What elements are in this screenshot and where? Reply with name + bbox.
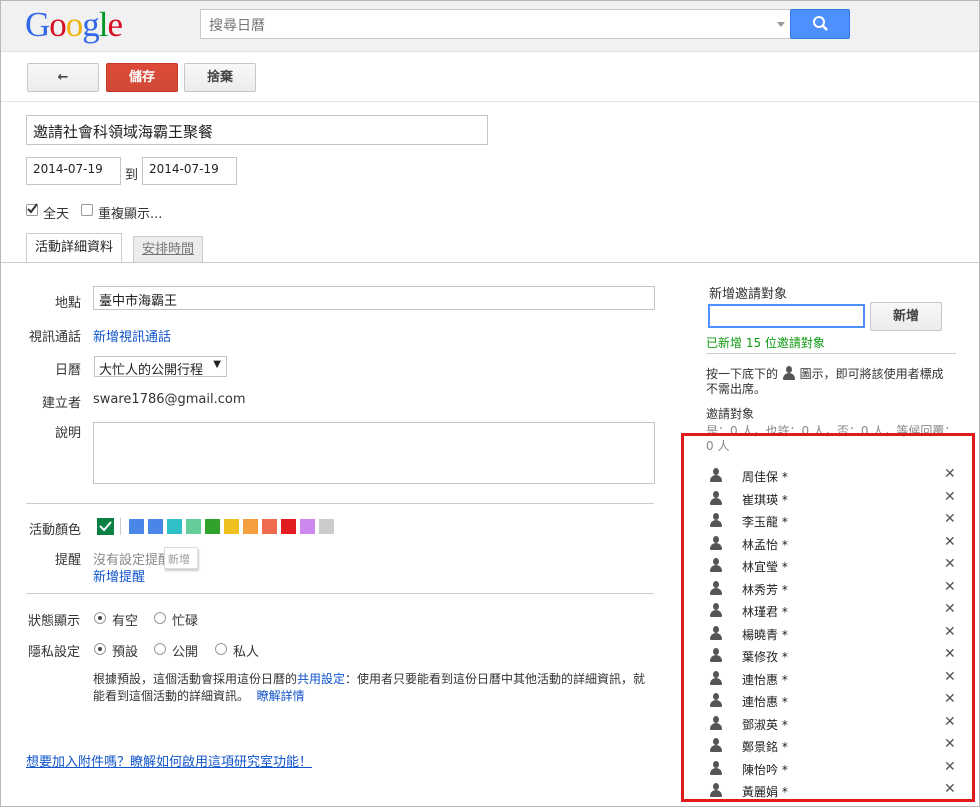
color-swatch[interactable] xyxy=(148,519,163,534)
privacy-private-radio[interactable] xyxy=(215,643,227,655)
calendar-select-value: 大忙人的公開行程 xyxy=(99,363,204,378)
creator-label: 建立者 xyxy=(41,396,81,411)
show-as-label: 狀態顯示 xyxy=(28,614,81,629)
to-label: 到 xyxy=(125,168,139,183)
calendar-label: 日曆 xyxy=(54,363,81,378)
back-arrow-icon: ← xyxy=(57,70,69,85)
back-button[interactable]: ← xyxy=(27,63,99,92)
color-swatch[interactable] xyxy=(129,519,144,534)
discard-button[interactable]: 捨棄 xyxy=(184,63,256,92)
tab-find-time[interactable]: 安排時間 xyxy=(133,236,204,263)
allday-label: 全天 xyxy=(43,207,70,222)
color-swatch[interactable] xyxy=(300,519,315,534)
color-swatch-selected[interactable] xyxy=(97,518,114,535)
add-reminder-link[interactable]: 新增提醒 xyxy=(93,566,145,585)
tab-event-details[interactable]: 活動詳細資料 xyxy=(26,233,123,263)
logo-letter: o xyxy=(49,5,66,44)
start-date-input[interactable]: 2014-07-19 xyxy=(26,157,121,185)
add-guests-title: 新增邀請對象 xyxy=(709,287,788,302)
section-divider xyxy=(26,503,654,504)
show-as-available-radio[interactable] xyxy=(94,612,106,624)
reminder-tooltip: 新增 xyxy=(164,547,198,569)
privacy-public-radio[interactable] xyxy=(154,643,166,655)
guests-divider xyxy=(706,353,956,354)
add-video-call-link[interactable]: 新增視訊通話 xyxy=(93,326,171,345)
add-guest-button[interactable]: 新增 xyxy=(870,302,942,331)
show-as-busy-label: 忙碌 xyxy=(172,614,199,629)
privacy-label: 隱私設定 xyxy=(28,645,81,660)
logo-letter: e xyxy=(107,5,124,44)
show-as-available-label: 有空 xyxy=(112,614,139,629)
highlight-annotation-box xyxy=(681,433,975,802)
color-separator xyxy=(120,518,121,535)
show-as-busy-radio[interactable] xyxy=(154,612,166,624)
color-swatch[interactable] xyxy=(262,519,277,534)
search-icon xyxy=(813,16,828,31)
calendar-select[interactable]: 大忙人的公開行程 ▼ xyxy=(94,356,227,378)
dropdown-arrow-icon: ▼ xyxy=(213,359,221,370)
color-swatch[interactable] xyxy=(243,519,258,534)
color-swatch[interactable] xyxy=(167,519,182,534)
google-logo[interactable]: Google xyxy=(25,5,124,45)
end-date-input[interactable]: 2014-07-19 xyxy=(142,157,237,185)
description-label: 說明 xyxy=(54,426,81,441)
sharing-settings-link[interactable]: 共用設定 xyxy=(297,672,345,686)
guests-list-title: 邀請對象 xyxy=(706,407,755,421)
privacy-note: 根據預設，這個活動會採用這份日曆的共用設定：使用者只要能看到這份日曆中其他活動的… xyxy=(93,671,655,705)
person-icon xyxy=(782,366,796,380)
privacy-note-text-3: 能看到這個活動的詳細資訊。 xyxy=(93,689,250,703)
allday-checkbox[interactable] xyxy=(26,203,38,216)
guests-hint-text-3: 不需出席。 xyxy=(706,382,767,396)
where-label: 地點 xyxy=(54,296,81,311)
search-input[interactable]: 搜尋日曆 xyxy=(200,9,791,39)
attachments-lab-link[interactable]: 想要加入附件嗎？瞭解如何啟用這項研究室功能！ xyxy=(26,751,312,770)
toolbar: ← 儲存 捨棄 xyxy=(1,52,979,102)
chevron-down-icon[interactable] xyxy=(777,22,785,27)
event-title-input[interactable]: 邀請社會科領域海霸王聚餐 xyxy=(26,115,488,145)
logo-letter: G xyxy=(25,5,50,44)
guests-hint: 按一下底下的 圖示，即可將該使用者標成 不需出席。 xyxy=(706,364,956,397)
checkmark-icon xyxy=(27,203,38,214)
logo-letter: g xyxy=(82,5,99,44)
privacy-public-label: 公開 xyxy=(172,645,199,660)
privacy-default-label: 預設 xyxy=(112,645,139,660)
learn-more-link[interactable]: 瞭解詳情 xyxy=(257,689,305,703)
color-swatch[interactable] xyxy=(281,519,296,534)
creator-value: sware1786@gmail.com xyxy=(93,392,246,407)
guests-hint-text-1: 按一下底下的 xyxy=(706,367,779,381)
guests-hint-text-2: 圖示，即可將該使用者標成 xyxy=(799,367,944,381)
video-call-label: 視訊通話 xyxy=(28,330,81,345)
add-guest-input[interactable] xyxy=(708,304,865,328)
color-swatch[interactable] xyxy=(319,519,334,534)
where-input[interactable]: 臺中市海霸王 xyxy=(93,286,655,310)
search-button[interactable] xyxy=(790,9,850,39)
guests-added-message: 已新增 15 位邀請對象 xyxy=(706,336,825,350)
privacy-note-text-1: 根據預設，這個活動會採用這份日曆的 xyxy=(93,672,298,686)
repeat-checkbox[interactable] xyxy=(81,204,93,216)
color-swatch[interactable] xyxy=(186,519,201,534)
top-bar: Google 搜尋日曆 xyxy=(1,1,979,52)
tab-divider xyxy=(1,262,979,263)
checkmark-icon xyxy=(99,521,112,532)
description-textarea[interactable] xyxy=(93,422,655,484)
logo-letter: o xyxy=(65,5,83,44)
color-swatch[interactable] xyxy=(205,519,220,534)
color-swatch[interactable] xyxy=(224,519,239,534)
repeat-label[interactable]: 重複顯示... xyxy=(98,203,162,222)
privacy-note-text-2: ：使用者只要能看到這份日曆中其他活動的詳細資訊，就 xyxy=(345,672,646,686)
logo-letter: l xyxy=(98,5,109,44)
privacy-default-radio[interactable] xyxy=(94,643,106,655)
search-placeholder: 搜尋日曆 xyxy=(209,18,265,34)
section-divider xyxy=(26,593,654,594)
reminder-label: 提醒 xyxy=(54,553,81,568)
save-button[interactable]: 儲存 xyxy=(106,63,178,92)
event-color-label: 活動顏色 xyxy=(28,523,81,538)
privacy-private-label: 私人 xyxy=(233,645,260,660)
